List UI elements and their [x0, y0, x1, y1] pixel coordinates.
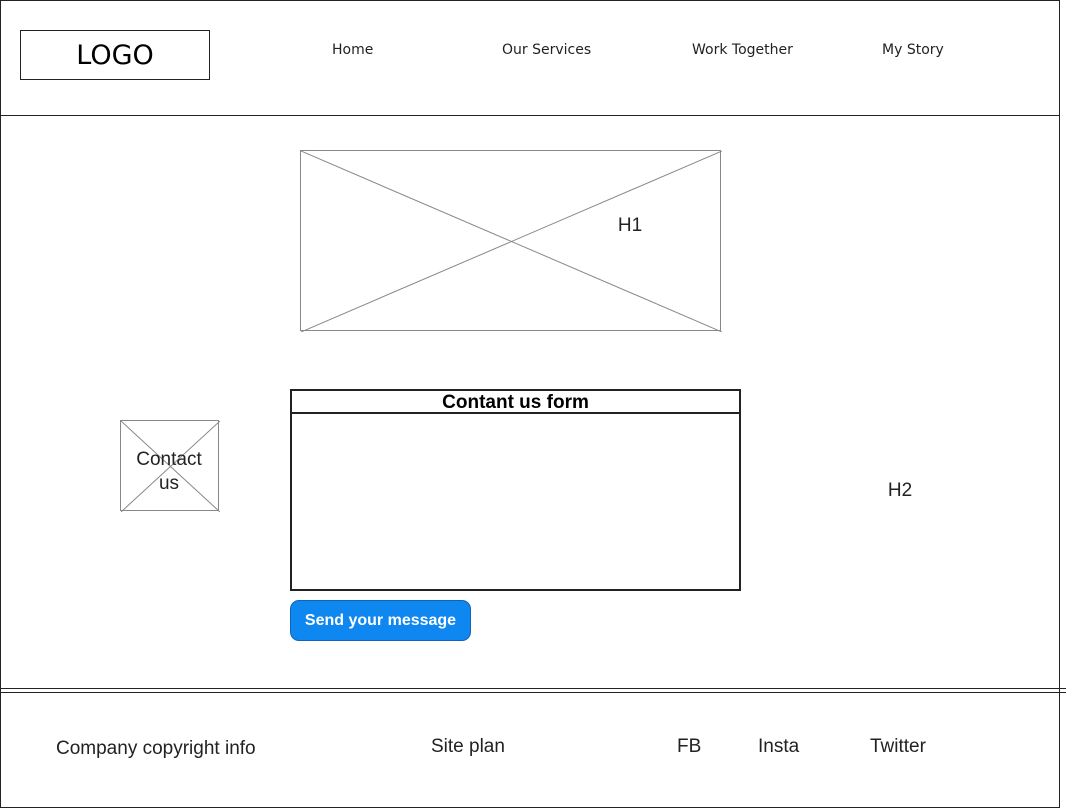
footer-fb-link[interactable]: FB — [677, 736, 701, 758]
footer-divider-bottom — [0, 692, 1066, 693]
footer-divider-top — [0, 688, 1066, 689]
side-heading: H2 — [887, 480, 913, 501]
hero-heading: H1 — [617, 215, 643, 236]
header-divider — [0, 115, 1060, 116]
footer-insta-link[interactable]: Insta — [758, 736, 799, 758]
nav-our-services[interactable]: Our Services — [502, 42, 591, 58]
logo[interactable]: LOGO — [20, 30, 210, 80]
contact-form: Contant us form — [290, 389, 741, 591]
nav-home[interactable]: Home — [332, 42, 373, 58]
image-placeholder-icon — [301, 151, 722, 332]
footer-site-plan[interactable]: Site plan — [431, 736, 505, 758]
form-title: Contant us form — [292, 391, 739, 414]
message-field[interactable] — [292, 414, 739, 589]
nav-my-story[interactable]: My Story — [882, 42, 944, 58]
footer-copyright: Company copyright info — [56, 738, 256, 759]
footer-twitter-link[interactable]: Twitter — [870, 736, 926, 758]
contact-label: Contact us — [136, 449, 202, 494]
send-message-button[interactable]: Send your message — [290, 600, 471, 641]
hero-image — [300, 150, 722, 332]
nav-work-together[interactable]: Work Together — [692, 42, 793, 58]
